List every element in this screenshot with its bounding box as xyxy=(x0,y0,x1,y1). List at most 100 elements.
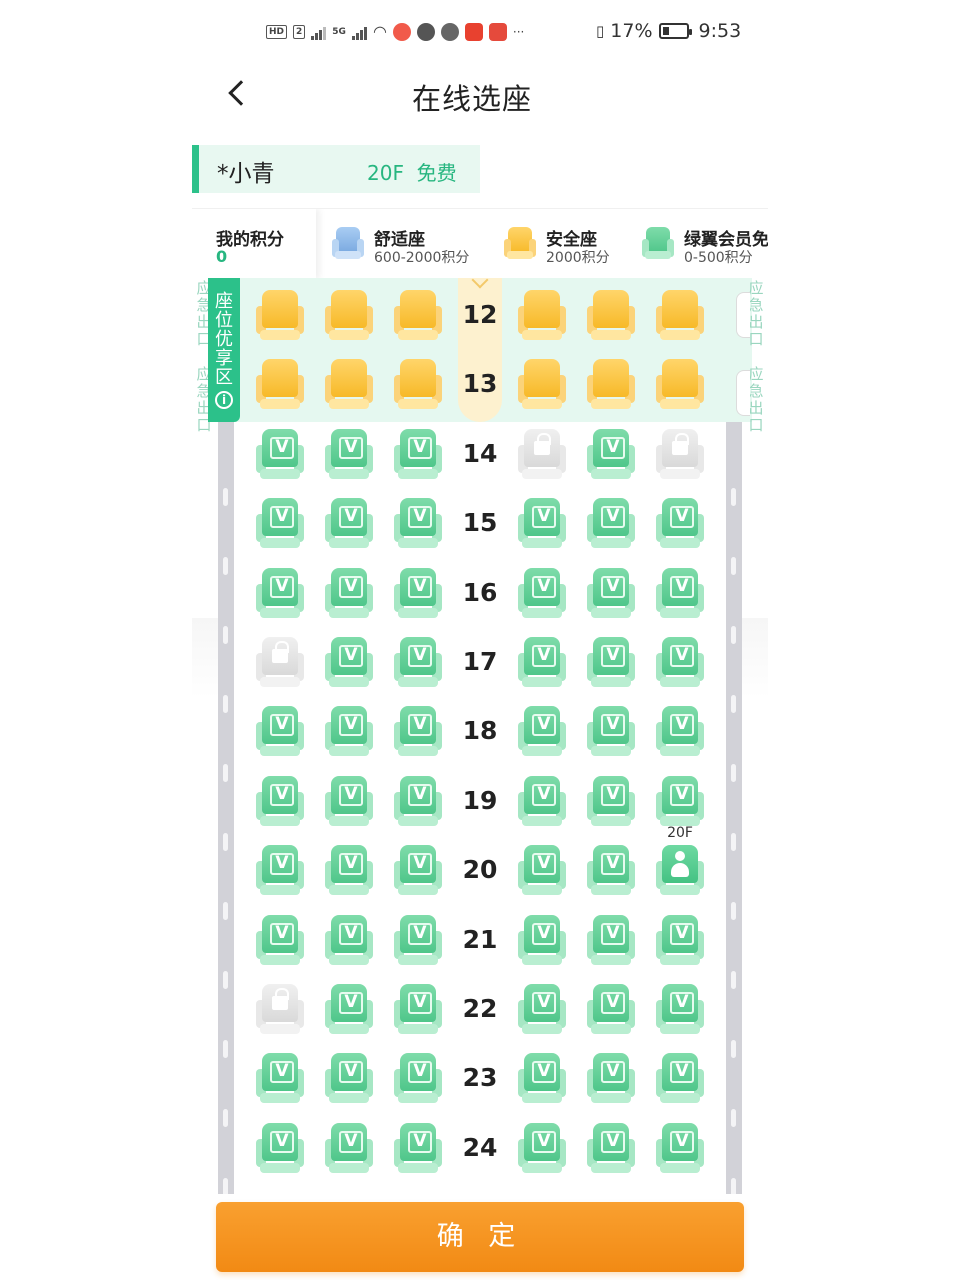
priority-zone-tab[interactable]: 座位优享区 i xyxy=(208,278,240,422)
seat-24D[interactable] xyxy=(518,1123,566,1175)
member-v-icon xyxy=(339,643,363,667)
seat-24F[interactable] xyxy=(656,1123,704,1175)
seat-18E[interactable] xyxy=(587,706,635,758)
row-number: 23 xyxy=(462,1063,498,1092)
seat-20E[interactable] xyxy=(587,845,635,897)
seat-21B[interactable] xyxy=(325,915,373,967)
seat-17F[interactable] xyxy=(656,637,704,689)
seat-23F[interactable] xyxy=(656,1053,704,1105)
seat-map[interactable]: 应急出口 应急出口 应急出口 应急出口 座位优享区 i 121314151617… xyxy=(192,278,768,1194)
seat-22C[interactable] xyxy=(394,984,442,1036)
seat-21A[interactable] xyxy=(256,915,304,967)
seat-17D[interactable] xyxy=(518,637,566,689)
seat-21E[interactable] xyxy=(587,915,635,967)
seat-23C[interactable] xyxy=(394,1053,442,1105)
member-v-icon xyxy=(339,990,363,1014)
seat-19A[interactable] xyxy=(256,776,304,828)
seat-12C[interactable] xyxy=(394,290,442,342)
passenger-seat-info: 20F 免费 xyxy=(367,161,457,185)
seat-19C[interactable] xyxy=(394,776,442,828)
seat-15A[interactable] xyxy=(256,498,304,550)
seat-13D[interactable] xyxy=(518,359,566,411)
row-number: 19 xyxy=(462,786,498,815)
seat-17B[interactable] xyxy=(325,637,373,689)
member-v-icon xyxy=(532,574,556,598)
seat-15E[interactable] xyxy=(587,498,635,550)
seat-13B[interactable] xyxy=(325,359,373,411)
seat-13E[interactable] xyxy=(587,359,635,411)
seat-21C[interactable] xyxy=(394,915,442,967)
seat-15B[interactable] xyxy=(325,498,373,550)
seat-16E[interactable] xyxy=(587,568,635,620)
seat-14A[interactable] xyxy=(256,429,304,481)
seat-20D[interactable] xyxy=(518,845,566,897)
seat-17E[interactable] xyxy=(587,637,635,689)
seat-21D[interactable] xyxy=(518,915,566,967)
seat-20A[interactable] xyxy=(256,845,304,897)
seat-16A[interactable] xyxy=(256,568,304,620)
seat-12D[interactable] xyxy=(518,290,566,342)
passenger-card[interactable]: *小青 20F 免费 xyxy=(192,145,480,193)
seat-18D[interactable] xyxy=(518,706,566,758)
lock-icon xyxy=(272,641,289,663)
seat-16F[interactable] xyxy=(656,568,704,620)
confirm-button[interactable]: 确 定 xyxy=(216,1202,744,1272)
seat-23A[interactable] xyxy=(256,1053,304,1105)
seat-15F[interactable] xyxy=(656,498,704,550)
member-v-icon xyxy=(270,712,294,736)
seat-17A xyxy=(256,637,304,689)
lock-icon xyxy=(534,433,551,455)
seat-14C[interactable] xyxy=(394,429,442,481)
seat-13C[interactable] xyxy=(394,359,442,411)
seat-16D[interactable] xyxy=(518,568,566,620)
status-bar: HD 2 5G ◠ ··· ▯ 17% 9:53 xyxy=(0,18,960,52)
seat-15D[interactable] xyxy=(518,498,566,550)
seat-20B[interactable] xyxy=(325,845,373,897)
member-v-icon xyxy=(532,990,556,1014)
seat-18F[interactable] xyxy=(656,706,704,758)
seat-18A[interactable] xyxy=(256,706,304,758)
seat-20C[interactable] xyxy=(394,845,442,897)
seat-15C[interactable] xyxy=(394,498,442,550)
seat-19D[interactable] xyxy=(518,776,566,828)
seat-16B[interactable] xyxy=(325,568,373,620)
comfort-seat-icon xyxy=(332,227,364,261)
seat-24C[interactable] xyxy=(394,1123,442,1175)
seat-17C[interactable] xyxy=(394,637,442,689)
seat-legend[interactable]: 我的积分 0 舒适座 600-2000积分 安全座 2000积分 绿翼会员免 0 xyxy=(192,208,768,278)
row-number: 20 xyxy=(462,855,498,884)
seat-24E[interactable] xyxy=(587,1123,635,1175)
seat-13F[interactable] xyxy=(656,359,704,411)
seat-16C[interactable] xyxy=(394,568,442,620)
seat-23B[interactable] xyxy=(325,1053,373,1105)
member-v-icon xyxy=(670,921,694,945)
member-seat-icon xyxy=(642,227,674,261)
seat-20F[interactable] xyxy=(656,845,704,897)
seat-24B[interactable] xyxy=(325,1123,373,1175)
seat-18C[interactable] xyxy=(394,706,442,758)
info-icon[interactable]: i xyxy=(215,391,233,409)
seat-19B[interactable] xyxy=(325,776,373,828)
seat-19F[interactable] xyxy=(656,776,704,828)
seat-22B[interactable] xyxy=(325,984,373,1036)
member-v-icon xyxy=(532,782,556,806)
seat-18B[interactable] xyxy=(325,706,373,758)
seat-19E[interactable] xyxy=(587,776,635,828)
seat-24A[interactable] xyxy=(256,1123,304,1175)
seat-12B[interactable] xyxy=(325,290,373,342)
seat-21F[interactable] xyxy=(656,915,704,967)
seat-22D[interactable] xyxy=(518,984,566,1036)
seat-14B[interactable] xyxy=(325,429,373,481)
seat-23D[interactable] xyxy=(518,1053,566,1105)
seat-12E[interactable] xyxy=(587,290,635,342)
seat-23E[interactable] xyxy=(587,1053,635,1105)
member-v-icon xyxy=(339,921,363,945)
seat-13A[interactable] xyxy=(256,359,304,411)
seat-22E[interactable] xyxy=(587,984,635,1036)
seat-14E[interactable] xyxy=(587,429,635,481)
seat-22F[interactable] xyxy=(656,984,704,1036)
seat-12F[interactable] xyxy=(656,290,704,342)
member-v-icon xyxy=(339,1129,363,1153)
seat-12A[interactable] xyxy=(256,290,304,342)
status-icons-right: ▯ 17% 9:53 xyxy=(596,20,741,42)
